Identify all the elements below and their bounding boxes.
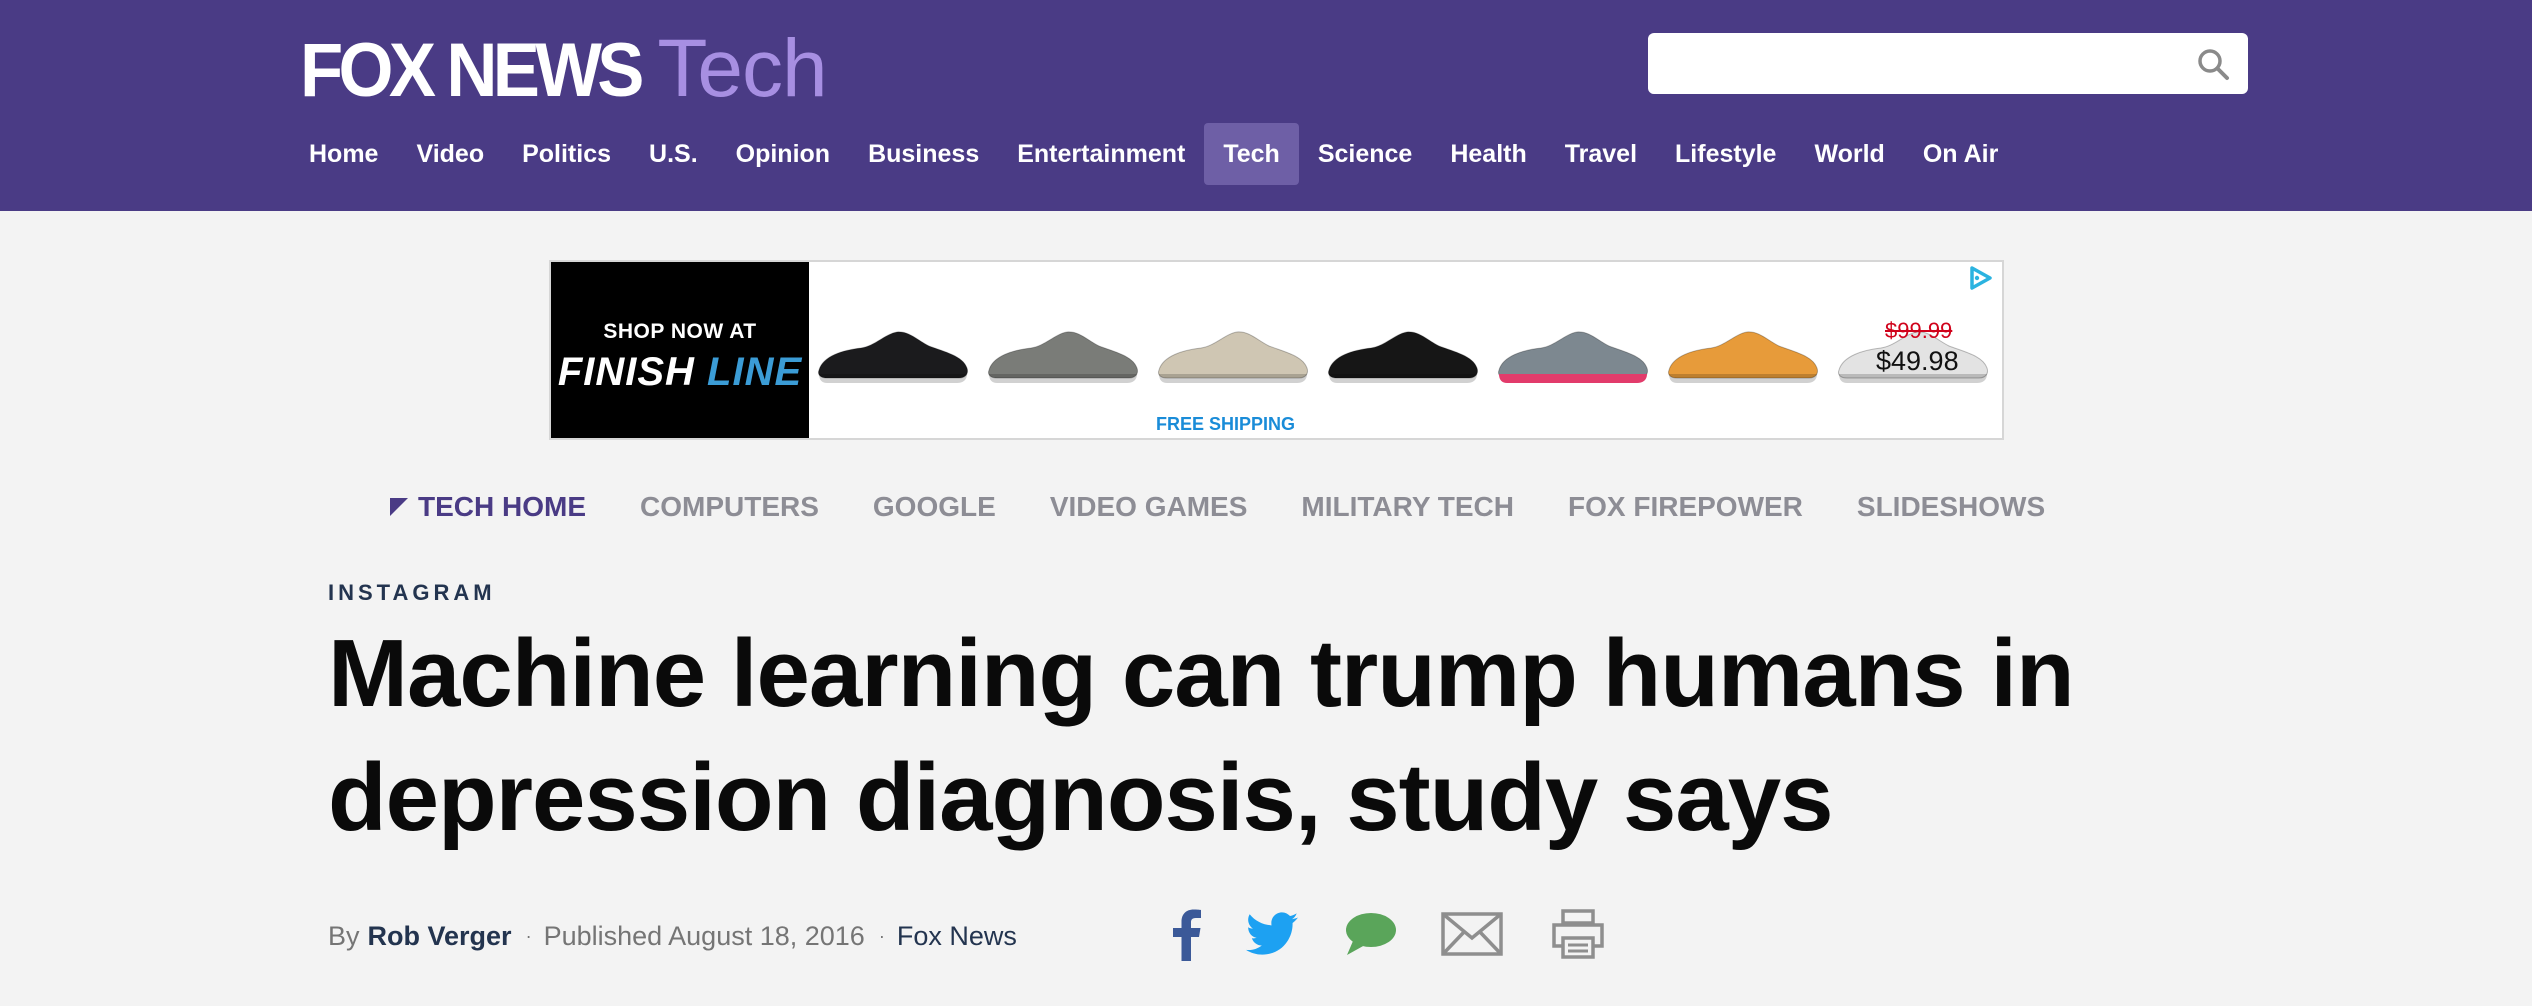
nav-item-home[interactable]: Home <box>290 123 397 185</box>
byline-prefix: By <box>328 920 360 951</box>
comment-icon <box>1346 913 1396 955</box>
ad-brand-panel: SHOP NOW AT FINISH LINE <box>551 262 809 438</box>
ad-brand-logo: FINISH LINE <box>551 350 809 395</box>
share-email-button[interactable] <box>1440 904 1504 964</box>
ad-banner[interactable]: SHOP NOW AT FINISH LINE $99.99 $49.98 FR… <box>549 260 2004 440</box>
site-header: FOX NEWS Tech Home Video Politics U.S. O… <box>0 0 2532 211</box>
nav-item-video[interactable]: Video <box>397 123 503 185</box>
nav-item-business[interactable]: Business <box>849 123 998 185</box>
email-icon <box>1441 912 1503 956</box>
facebook-icon <box>1173 909 1201 961</box>
article-headline: Machine learning can trump humans in dep… <box>328 620 2075 851</box>
adchoices-icon[interactable] <box>1966 264 1994 292</box>
nav-item-world[interactable]: World <box>1795 123 1903 185</box>
ad-shoe-image <box>1668 331 1818 383</box>
article-category[interactable]: INSTAGRAM <box>328 580 496 606</box>
ad-brand-word-1: FINISH <box>557 350 708 394</box>
share-comment-button[interactable] <box>1340 904 1400 964</box>
print-icon <box>1552 909 1604 959</box>
ad-brand-word-2: LINE <box>707 350 803 394</box>
ad-shoe-image <box>1158 331 1308 383</box>
author-link[interactable]: Rob Verger <box>368 921 512 952</box>
logo-fox-news: FOX NEWS <box>300 28 644 113</box>
tech-subnav: TECH HOME COMPUTERS GOOGLE VIDEO GAMES M… <box>390 482 2099 532</box>
ad-shoe-image <box>1328 331 1478 383</box>
share-print-button[interactable] <box>1548 904 1608 964</box>
nav-item-health[interactable]: Health <box>1431 123 1545 185</box>
subnav-item-google[interactable]: GOOGLE <box>873 491 996 523</box>
ad-price-new: $49.98 <box>1876 346 1959 376</box>
ad-shoe-image <box>1498 331 1648 383</box>
nav-item-science[interactable]: Science <box>1299 123 1432 185</box>
subnav-item-computers[interactable]: COMPUTERS <box>640 491 819 523</box>
triangle-flag-icon <box>390 498 408 516</box>
nav-item-lifestyle[interactable]: Lifestyle <box>1656 123 1795 185</box>
subnav-item-slideshows[interactable]: SLIDESHOWS <box>1857 491 2045 523</box>
published-date: Published August 18, 2016 <box>543 920 865 951</box>
subnav-item-label: TECH HOME <box>418 491 586 522</box>
twitter-icon <box>1246 912 1298 955</box>
ad-price-old: $99.99 <box>1885 318 1953 343</box>
ad-free-shipping: FREE SHIPPING <box>1156 414 1296 434</box>
share-facebook-button[interactable] <box>1160 904 1212 964</box>
article-byline: By Rob Verger · Published August 18, 201… <box>328 918 1017 954</box>
logo-section-tech: Tech <box>657 23 827 114</box>
nav-item-politics[interactable]: Politics <box>503 123 630 185</box>
byline-separator: · <box>525 925 532 946</box>
nav-item-entertainment[interactable]: Entertainment <box>998 123 1204 185</box>
subnav-item-tech-home[interactable]: TECH HOME <box>390 491 586 523</box>
article-source: Fox News <box>896 920 1017 951</box>
subnav-item-video-games[interactable]: VIDEO GAMES <box>1050 491 1248 523</box>
nav-item-travel[interactable]: Travel <box>1546 123 1656 185</box>
search-input[interactable] <box>1664 43 2184 83</box>
subnav-item-military-tech[interactable]: MILITARY TECH <box>1301 491 1514 523</box>
byline-separator: · <box>878 925 885 946</box>
subnav-item-fox-firepower[interactable]: FOX FIREPOWER <box>1568 491 1803 523</box>
main-nav: Home Video Politics U.S. Opinion Busines… <box>290 123 2017 185</box>
share-twitter-button[interactable] <box>1244 904 1300 964</box>
site-logo[interactable]: FOX NEWS Tech <box>300 22 828 114</box>
search-icon[interactable] <box>2196 47 2230 81</box>
nav-item-us[interactable]: U.S. <box>630 123 717 185</box>
nav-item-tech[interactable]: Tech <box>1204 123 1299 185</box>
ad-shoe-image <box>988 331 1138 383</box>
search-box[interactable] <box>1648 33 2248 94</box>
ad-shop-now-text: SHOP NOW AT <box>603 320 757 343</box>
nav-item-opinion[interactable]: Opinion <box>717 123 849 185</box>
nav-item-on-air[interactable]: On Air <box>1904 123 2017 185</box>
ad-shoe-image <box>818 331 968 383</box>
